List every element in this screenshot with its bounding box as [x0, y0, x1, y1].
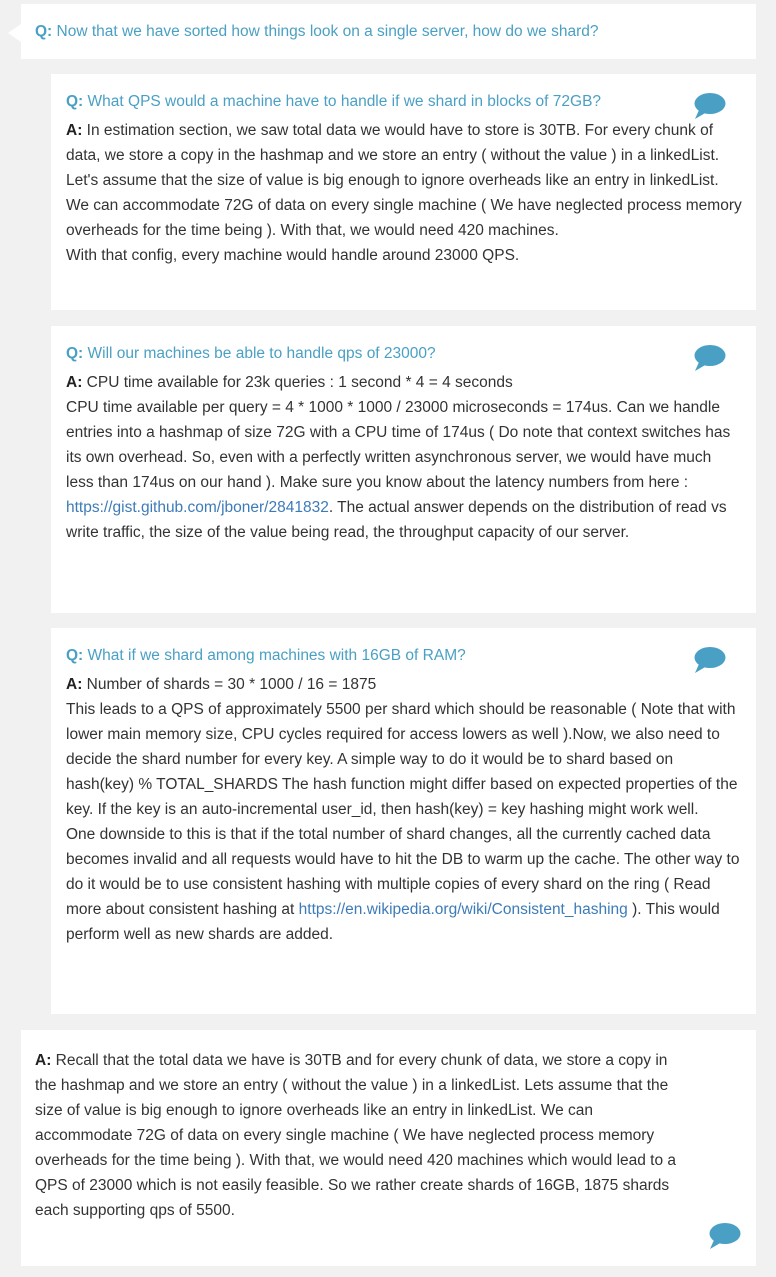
comment-icon[interactable]	[692, 344, 726, 372]
hint-answer: A: In estimation section, we saw total d…	[66, 122, 742, 264]
comment-icon[interactable]	[707, 1222, 741, 1250]
latency-numbers-link[interactable]: https://gist.github.com/jboner/2841832	[66, 499, 329, 516]
hint-question: Q: What if we shard among machines with …	[66, 647, 466, 664]
final-answer: A: Recall that the total data we have is…	[35, 1052, 677, 1219]
consistent-hashing-link[interactable]: https://en.wikipedia.org/wiki/Consistent…	[299, 901, 628, 918]
comment-icon[interactable]	[692, 646, 726, 674]
top-question: Q: Now that we have sorted how things lo…	[35, 23, 599, 40]
hint-card-3: Q: What if we shard among machines with …	[51, 628, 756, 1014]
hint-answer: A: CPU time available for 23k queries : …	[66, 374, 731, 541]
hint-answer: A: Number of shards = 30 * 1000 / 16 = 1…	[66, 676, 740, 943]
top-question-card: Q: Now that we have sorted how things lo…	[8, 4, 756, 59]
comment-icon[interactable]	[692, 92, 726, 120]
final-answer-card: A: Recall that the total data we have is…	[21, 1030, 756, 1266]
hint-question: Q: Will our machines be able to handle q…	[66, 345, 436, 362]
hint-card-1: Q: What QPS would a machine have to hand…	[51, 74, 756, 310]
hint-card-2: Q: Will our machines be able to handle q…	[51, 326, 756, 613]
hint-question: Q: What QPS would a machine have to hand…	[66, 93, 602, 110]
